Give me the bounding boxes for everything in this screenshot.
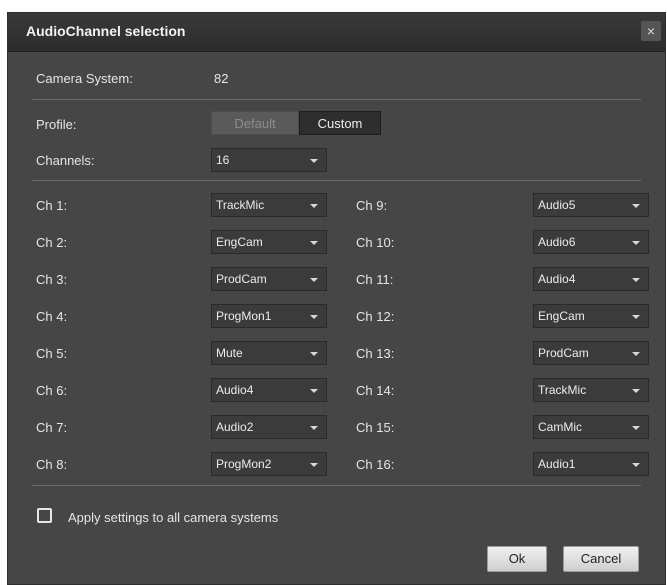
channel-source-value: Audio4 [216,383,254,397]
channel-source-dropdown[interactable]: EngCam [211,230,327,254]
chevron-down-icon [632,278,640,282]
channel-source-value: Audio1 [538,457,576,471]
channel-source-dropdown[interactable]: ProgMon1 [211,304,327,328]
chevron-down-icon [632,389,640,393]
chevron-down-icon [632,352,640,356]
channel-label: Ch 7: [36,420,68,435]
channel-label: Ch 6: [36,383,68,398]
channel-source-dropdown[interactable]: TrackMic [533,378,649,402]
channel-source-value: CamMic [538,420,582,434]
channel-source-dropdown[interactable]: Audio4 [533,267,649,291]
channel-source-value: TrackMic [216,198,265,212]
chevron-down-icon [310,278,318,282]
divider [32,180,641,181]
channel-source-dropdown[interactable]: Audio5 [533,193,649,217]
channel-source-value: Audio5 [538,198,576,212]
channel-label: Ch 10: [356,235,395,250]
channel-source-value: Mute [216,346,243,360]
chevron-down-icon [310,426,318,430]
chevron-down-icon [310,159,318,163]
channel-label: Ch 8: [36,457,68,472]
channels-dropdown-value: 16 [216,153,230,167]
chevron-down-icon [632,315,640,319]
audio-channel-dialog: AudioChannel selection × Camera System: … [7,12,666,585]
channel-label: Ch 1: [36,198,68,213]
profile-default-button[interactable]: Default [211,111,299,135]
profile-label: Profile: [36,117,77,132]
close-icon[interactable]: × [641,21,661,41]
chevron-down-icon [632,463,640,467]
channel-source-dropdown[interactable]: Audio4 [211,378,327,402]
camera-system-value: 82 [214,71,229,86]
channel-source-dropdown[interactable]: Mute [211,341,327,365]
channel-source-dropdown[interactable]: EngCam [533,304,649,328]
camera-system-label: Camera System: [36,71,133,86]
channel-source-value: ProdCam [538,346,589,360]
channel-label: Ch 11: [356,272,394,287]
dialog-title: AudioChannel selection [26,23,186,39]
apply-all-label: Apply settings to all camera systems [68,510,279,525]
channel-source-value: EngCam [538,309,585,323]
channel-source-dropdown[interactable]: TrackMic [211,193,327,217]
chevron-down-icon [632,241,640,245]
channel-label: Ch 14: [356,383,395,398]
channel-source-value: ProdCam [216,272,267,286]
channel-source-dropdown[interactable]: ProdCam [533,341,649,365]
channel-label: Ch 13: [356,346,395,361]
channels-label: Channels: [36,153,95,168]
cancel-button[interactable]: Cancel [563,546,639,572]
divider [32,99,641,100]
channel-source-dropdown[interactable]: CamMic [533,415,649,439]
channel-source-dropdown[interactable]: Audio1 [533,452,649,476]
channel-source-dropdown[interactable]: Audio6 [533,230,649,254]
channel-label: Ch 9: [356,198,388,213]
channel-label: Ch 3: [36,272,68,287]
profile-custom-button[interactable]: Custom [299,111,381,135]
channel-source-value: TrackMic [538,383,587,397]
chevron-down-icon [310,315,318,319]
channel-label: Ch 12: [356,309,395,324]
chevron-down-icon [310,389,318,393]
channel-source-dropdown[interactable]: ProgMon2 [211,452,327,476]
channels-dropdown[interactable]: 16 [211,148,327,172]
channel-source-dropdown[interactable]: ProdCam [211,267,327,291]
divider [32,485,641,486]
channel-source-value: Audio4 [538,272,576,286]
channel-source-value: ProgMon1 [216,309,272,323]
apply-all-checkbox[interactable] [37,508,52,523]
channel-source-value: EngCam [216,235,263,249]
ok-button[interactable]: Ok [487,546,547,572]
channel-label: Ch 2: [36,235,68,250]
channel-source-dropdown[interactable]: Audio2 [211,415,327,439]
chevron-down-icon [310,204,318,208]
channel-label: Ch 16: [356,457,395,472]
chevron-down-icon [632,204,640,208]
chevron-down-icon [310,352,318,356]
channel-label: Ch 15: [356,420,395,435]
chevron-down-icon [310,241,318,245]
channel-label: Ch 4: [36,309,68,324]
channel-source-value: Audio6 [538,235,576,249]
chevron-down-icon [310,463,318,467]
title-bar: AudioChannel selection × [8,13,665,52]
channel-source-value: Audio2 [216,420,254,434]
chevron-down-icon [632,426,640,430]
channel-source-value: ProgMon2 [216,457,272,471]
channel-label: Ch 5: [36,346,68,361]
